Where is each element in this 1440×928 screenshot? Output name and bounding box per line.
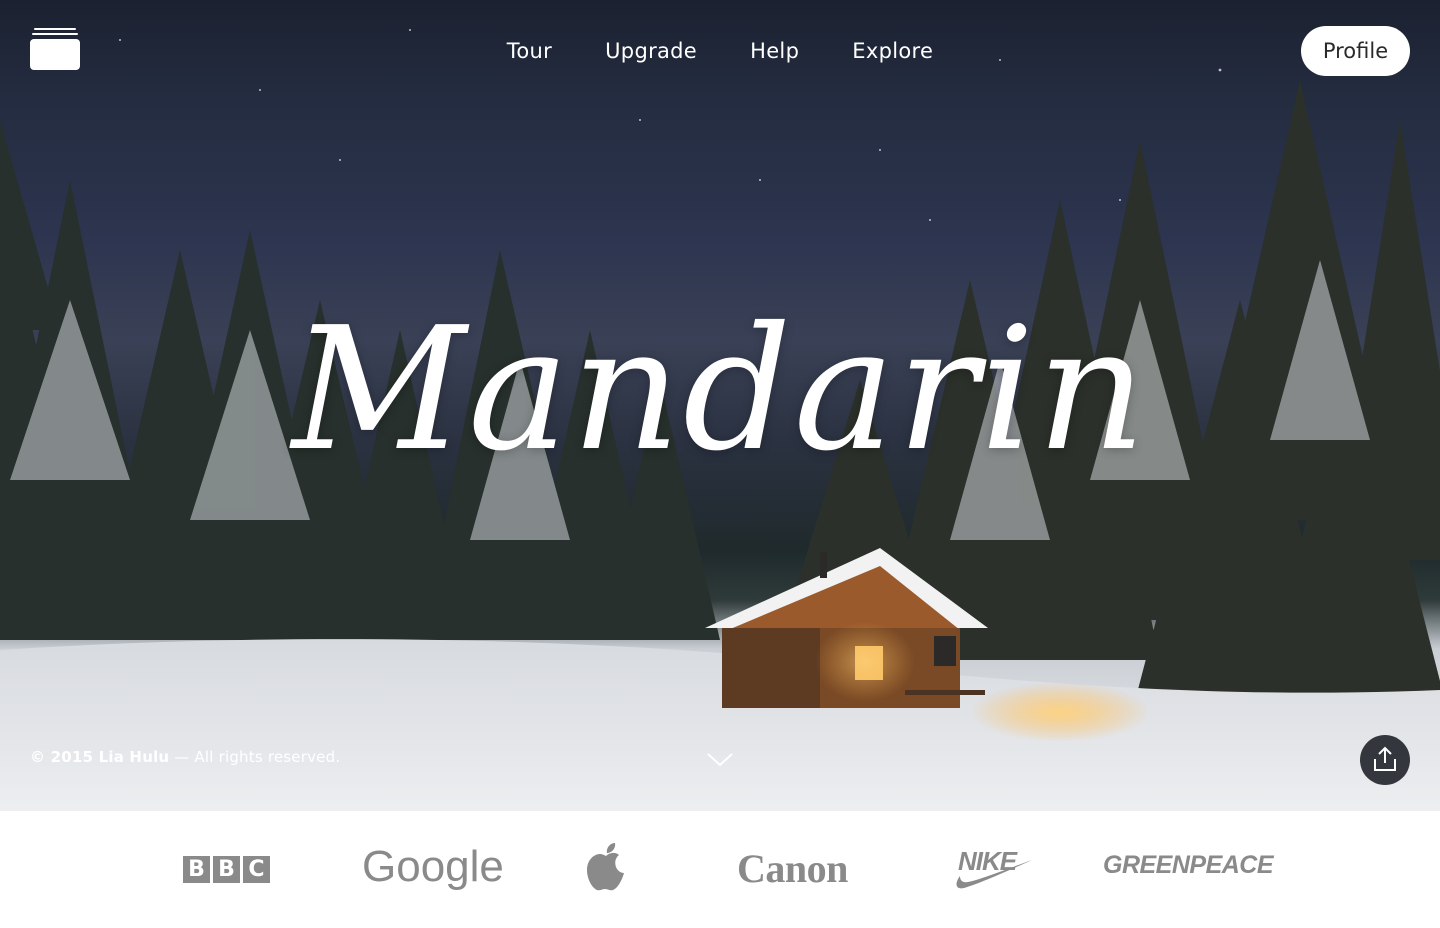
apple-logo-icon (584, 842, 628, 898)
top-nav: Tour Upgrade Help Explore (0, 34, 1440, 68)
nav-link-upgrade[interactable]: Upgrade (605, 34, 697, 68)
copyright-rights: — All rights reserved. (174, 748, 341, 766)
nav-link-explore[interactable]: Explore (852, 34, 933, 68)
bbc-logo: BBC (183, 856, 273, 883)
bbc-letter: C (243, 856, 270, 883)
share-button[interactable] (1360, 735, 1410, 785)
bbc-letter: B (183, 856, 210, 883)
copyright-owner: © 2015 Lia Hulu (30, 748, 170, 766)
nav-link-tour[interactable]: Tour (507, 34, 552, 68)
greenpeace-logo: GREENPEACE (1103, 851, 1274, 879)
google-logo: Google (362, 842, 504, 891)
hero-section: Tour Upgrade Help Explore Profile Mandar… (0, 0, 1440, 811)
copyright-text: © 2015 Lia Hulu — All rights reserved. (30, 748, 340, 766)
profile-button[interactable]: Profile (1301, 26, 1410, 76)
menu-stack-line (34, 28, 76, 30)
nav-link-help[interactable]: Help (750, 34, 799, 68)
share-upload-icon (1374, 746, 1396, 771)
chevron-down-icon[interactable] (705, 749, 735, 769)
hero-title-logo: Mandarin (291, 291, 1149, 489)
canon-logo: Canon (737, 846, 848, 891)
bbc-letter: B (213, 856, 240, 883)
nike-swoosh-icon (956, 860, 1032, 889)
